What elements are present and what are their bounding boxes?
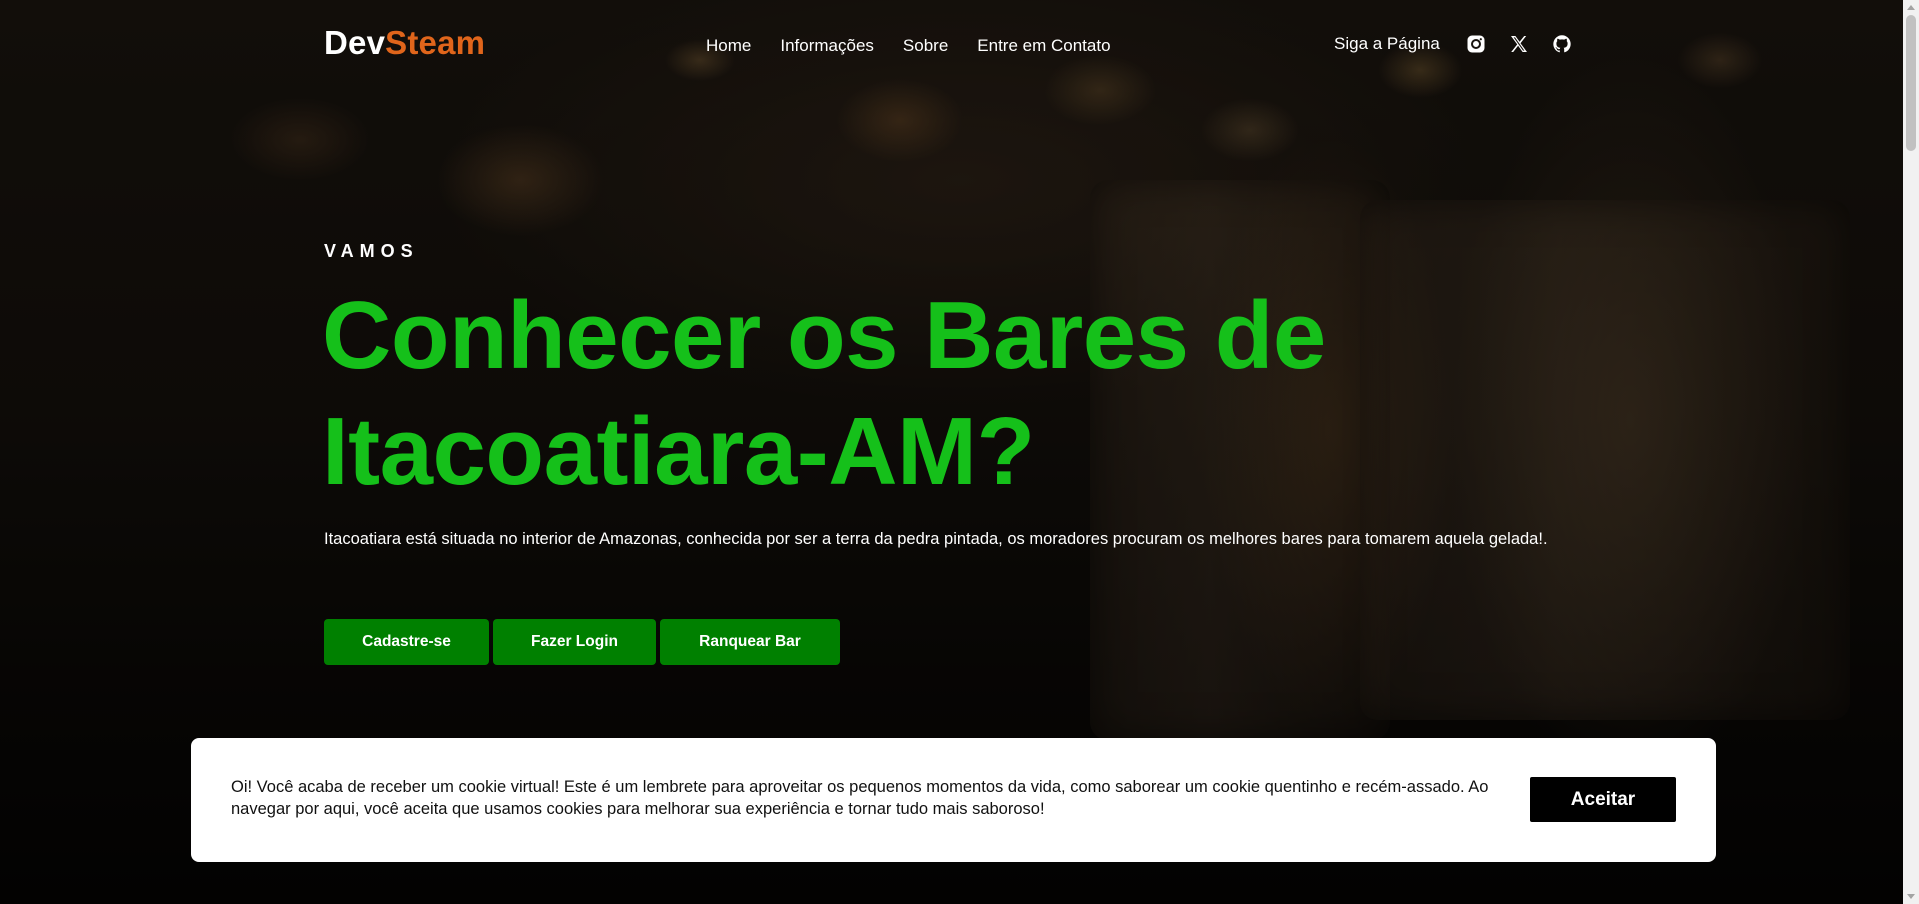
github-icon[interactable] bbox=[1552, 34, 1572, 54]
instagram-icon[interactable] bbox=[1466, 34, 1486, 54]
hero-eyebrow: VAMOS bbox=[324, 241, 419, 261]
hero-description: Itacoatiara está situada no interior de … bbox=[324, 530, 1548, 548]
signup-button[interactable]: Cadastre-se bbox=[324, 619, 489, 665]
hero-title: Conhecer os Bares de Itacoatiara-AM? bbox=[322, 282, 1326, 505]
site-logo[interactable]: DevSteam bbox=[324, 24, 485, 62]
nav-home[interactable]: Home bbox=[706, 36, 751, 56]
nav-informacoes[interactable]: Informações bbox=[780, 36, 874, 56]
page: DevSteam Home Informações Sobre Entre em… bbox=[0, 0, 1919, 904]
accept-cookies-button[interactable]: Aceitar bbox=[1530, 777, 1676, 822]
scroll-down-arrow-icon[interactable] bbox=[1907, 894, 1915, 899]
nav-sobre[interactable]: Sobre bbox=[903, 36, 948, 56]
x-twitter-icon[interactable] bbox=[1509, 34, 1529, 54]
scroll-thumb[interactable] bbox=[1906, 15, 1916, 151]
hero-buttons: Cadastre-se Fazer Login Ranquear Bar bbox=[324, 619, 840, 665]
social-links: Siga a Página bbox=[1334, 34, 1595, 54]
cookie-banner: Oi! Você acaba de receber um cookie virt… bbox=[191, 738, 1716, 862]
site-header: DevSteam Home Informações Sobre Entre em… bbox=[0, 0, 1903, 92]
main-nav: Home Informações Sobre Entre em Contato bbox=[706, 36, 1111, 56]
login-button[interactable]: Fazer Login bbox=[493, 619, 656, 665]
rank-bar-button[interactable]: Ranquear Bar bbox=[660, 619, 840, 665]
cookie-message: Oi! Você acaba de receber um cookie virt… bbox=[231, 778, 1489, 818]
nav-contato[interactable]: Entre em Contato bbox=[977, 36, 1110, 56]
scroll-up-arrow-icon[interactable] bbox=[1907, 5, 1915, 10]
logo-steam: Steam bbox=[385, 24, 486, 61]
logo-dev: Dev bbox=[324, 24, 386, 61]
follow-label: Siga a Página bbox=[1334, 34, 1440, 53]
page-scrollbar[interactable] bbox=[1903, 0, 1919, 904]
